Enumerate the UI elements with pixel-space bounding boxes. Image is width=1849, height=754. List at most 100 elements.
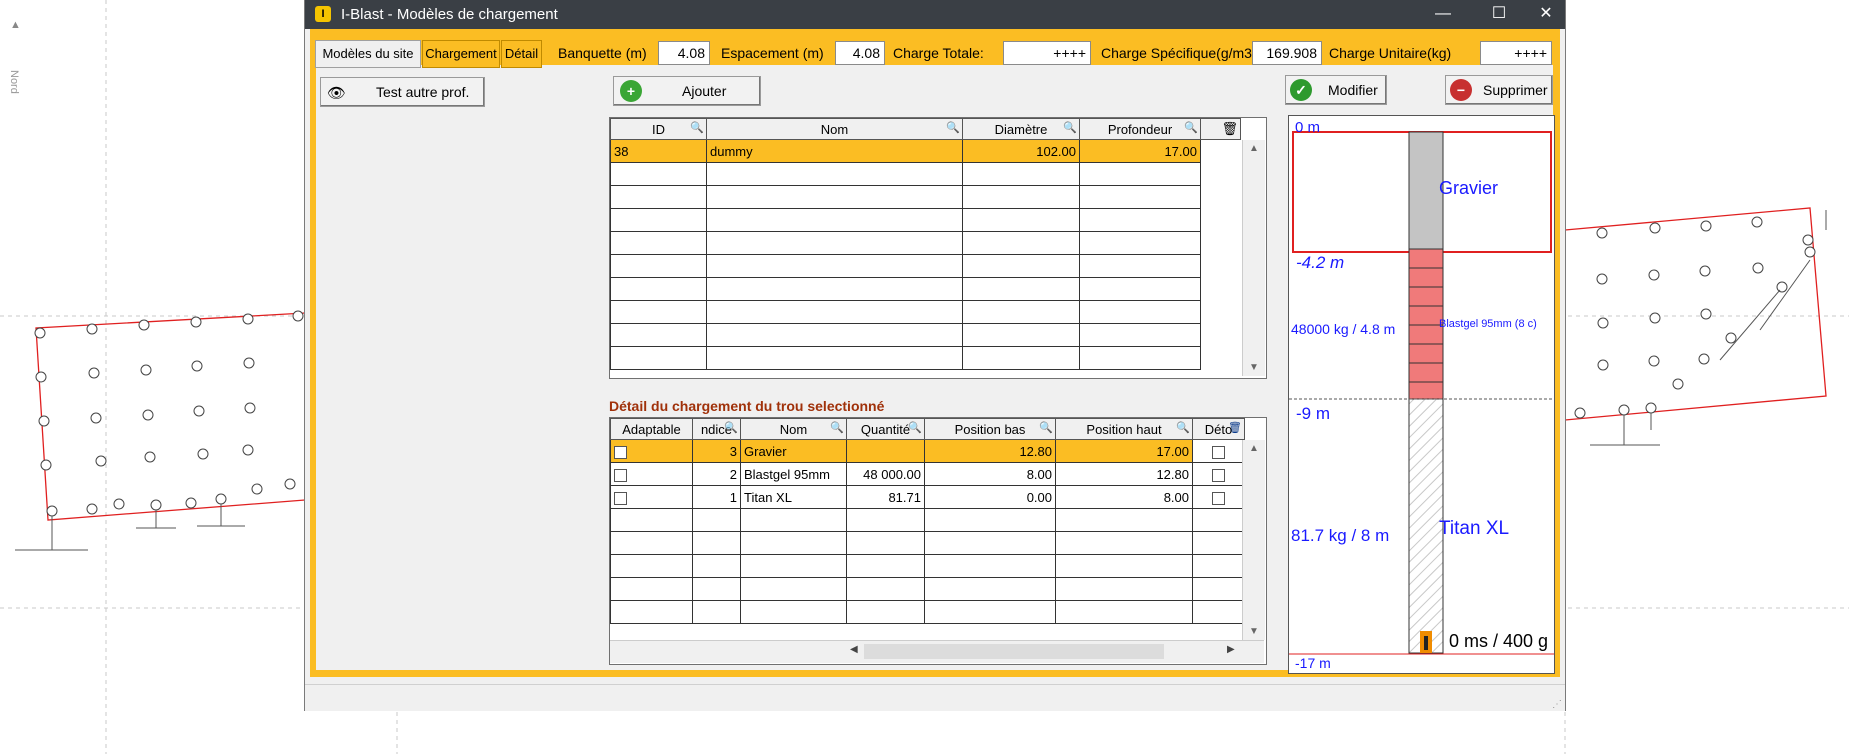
col-position-haut[interactable]: Position haut 🔍 (1055, 418, 1193, 440)
check-icon: ✓ (1290, 79, 1312, 101)
table-row[interactable]: 2 Blastgel 95mm 48 000.00 8.00 12.80 (610, 462, 1245, 486)
table-row[interactable] (610, 300, 1241, 324)
minimize-button[interactable]: — (1415, 0, 1471, 29)
deto-checkbox[interactable] (1212, 445, 1225, 459)
col-quantite[interactable]: Quantité 🔍 (846, 418, 925, 440)
col-diametre[interactable]: Diamètre 🔍 (962, 118, 1080, 140)
window-title: I-Blast - Modèles de chargement (341, 6, 558, 23)
detail-title: Détail du chargement du trou selectionné (609, 398, 885, 414)
table-row[interactable] (610, 162, 1241, 186)
col-deto[interactable]: Déto 🗑 (1192, 418, 1245, 440)
search-icon: 🔍 (946, 122, 960, 134)
cell-indice: 1 (692, 485, 741, 509)
tab-detail[interactable]: Détail (501, 40, 542, 68)
table-row[interactable] (610, 323, 1241, 347)
holes-scrollbar[interactable]: ▲ ▼ (1242, 140, 1265, 376)
charge-specifique-label: Charge Spécifique(g/m3) (1101, 45, 1257, 61)
titan-amount: 81.7 kg / 8 m (1291, 526, 1390, 545)
detail-table: Adaptable ndice 🔍 Nom 🔍 Quantité 🔍 Position… (609, 417, 1267, 665)
table-row[interactable] (610, 577, 1245, 601)
table-row[interactable] (610, 508, 1245, 532)
modifier-button[interactable]: ✓ Modifier (1285, 75, 1387, 105)
delay-label: 0 ms / 400 g (1449, 631, 1549, 651)
tab-modeles-site[interactable]: Modèles du site (315, 40, 421, 68)
table-row[interactable] (610, 185, 1241, 209)
cell-position-haut: 17.00 (1055, 439, 1193, 463)
scroll-left-icon[interactable]: ◀ (850, 644, 858, 655)
charge-unitaire-field: ++++ (1480, 41, 1552, 65)
col-nom[interactable]: Nom 🔍 (706, 118, 963, 140)
scroll-right-icon[interactable]: ▶ (1227, 644, 1235, 655)
blast-label: Blastgel 95mm (8 c) (1439, 318, 1537, 330)
tab-chargement[interactable]: Chargement (422, 40, 500, 68)
espacement-label: Espacement (m) (721, 45, 824, 61)
table-row[interactable] (610, 531, 1245, 555)
title-bar: I I-Blast - Modèles de chargement — ☐ ✕ (305, 0, 1565, 29)
table-row[interactable]: 38 dummy 102.00 17.00 (610, 139, 1241, 163)
cell-position-bas: 8.00 (924, 462, 1056, 486)
compass-label: Nord (8, 70, 20, 94)
test-autre-prof-button[interactable]: 👁 Test autre prof. (320, 77, 485, 107)
table-row[interactable] (610, 231, 1241, 255)
iblast-window: I I-Blast - Modèles de chargement — ☐ ✕ … (305, 0, 1565, 711)
close-button[interactable]: ✕ (1527, 0, 1565, 29)
table-row[interactable] (610, 208, 1241, 232)
ajouter-button[interactable]: + Ajouter (613, 76, 761, 106)
resize-grip-icon[interactable]: ⋰ (1552, 699, 1562, 710)
scroll-down-icon[interactable]: ▼ (1243, 359, 1265, 376)
table-row[interactable]: 3 Gravier 12.80 17.00 (610, 439, 1245, 463)
search-icon: 🔍 (690, 122, 704, 134)
scroll-down-icon[interactable]: ▼ (1243, 623, 1265, 640)
scroll-up-icon[interactable]: ▲ (1243, 140, 1265, 157)
table-row[interactable] (610, 277, 1241, 301)
deto-checkbox[interactable] (1212, 468, 1225, 482)
table-row[interactable] (610, 554, 1245, 578)
adaptable-checkbox[interactable] (614, 468, 627, 482)
search-icon: 🔍 (1184, 122, 1198, 134)
cell-quantite: 48 000.00 (846, 462, 925, 486)
col-indice[interactable]: ndice 🔍 (692, 418, 741, 440)
eye-icon: 👁 (327, 85, 347, 102)
scroll-thumb[interactable] (864, 644, 1164, 659)
trash-icon[interactable]: 🗑 (1200, 118, 1241, 140)
blast-amount: 48000 kg / 4.8 m (1291, 321, 1396, 337)
table-row[interactable] (610, 600, 1245, 624)
search-icon: 🔍 (1063, 122, 1077, 134)
espacement-input[interactable]: 4.08 (835, 41, 885, 65)
cell-id: 38 (610, 139, 707, 163)
banquette-input[interactable]: 4.08 (658, 41, 710, 65)
col-position-bas[interactable]: Position bas 🔍 (924, 418, 1056, 440)
cell-quantite (846, 439, 925, 463)
status-bar: ⋰ (305, 684, 1565, 711)
scroll-up-icon[interactable]: ▲ (1243, 440, 1265, 457)
table-row[interactable] (610, 254, 1241, 278)
detail-hscrollbar[interactable]: ◀ ▶ (610, 640, 1264, 663)
cell-nom: Titan XL (740, 485, 847, 509)
adaptable-checkbox[interactable] (614, 445, 627, 459)
col-id[interactable]: ID 🔍 (610, 118, 707, 140)
supprimer-button[interactable]: − Supprimer (1445, 75, 1553, 105)
charge-totale-label: Charge Totale: (893, 45, 984, 61)
charge-diagram: 0 m Gravier -4.2 m 48000 kg / 4.8 m Blas… (1288, 115, 1555, 674)
detail-vscrollbar[interactable]: ▲ ▼ (1242, 440, 1265, 640)
deto-checkbox[interactable] (1212, 491, 1225, 505)
search-icon: 🔍 (830, 422, 844, 434)
cell-indice: 2 (692, 462, 741, 486)
cell-profondeur: 17.00 (1079, 139, 1201, 163)
cell-nom: dummy (706, 139, 963, 163)
maximize-button[interactable]: ☐ (1471, 0, 1527, 29)
search-icon: 🔍 (1039, 422, 1053, 434)
trash-icon[interactable]: 🗑 (1228, 421, 1242, 434)
depth-1-label: -4.2 m (1296, 253, 1345, 272)
col-profondeur[interactable]: Profondeur 🔍 (1079, 118, 1201, 140)
cell-position-haut: 12.80 (1055, 462, 1193, 486)
table-row[interactable] (610, 346, 1241, 370)
col-adaptable[interactable]: Adaptable (610, 418, 693, 440)
adaptable-checkbox[interactable] (614, 491, 627, 505)
modifier-label: Modifier (1328, 82, 1378, 98)
depth-3-label: -17 m (1295, 655, 1331, 671)
depth-0-label: 0 m (1295, 119, 1321, 136)
table-row[interactable]: 1 Titan XL 81.71 0.00 8.00 (610, 485, 1245, 509)
col-nom[interactable]: Nom 🔍 (740, 418, 847, 440)
gravier-label: Gravier (1439, 178, 1499, 198)
